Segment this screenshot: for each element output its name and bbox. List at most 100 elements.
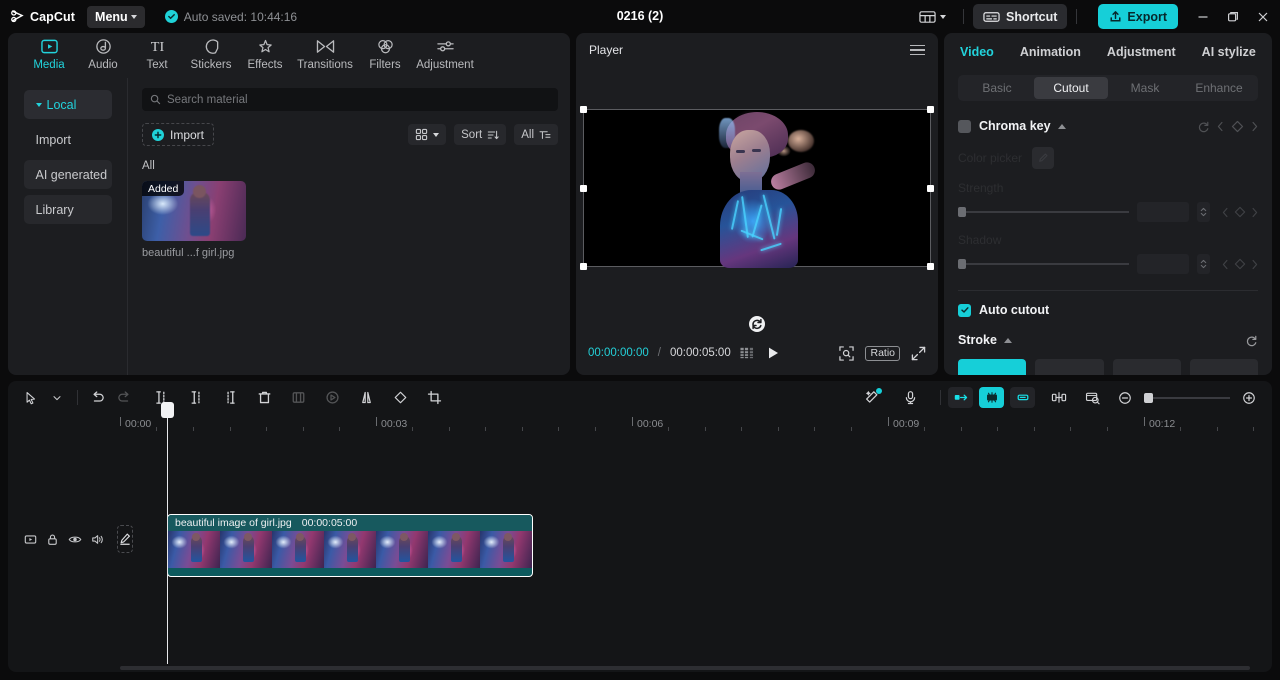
sort-button[interactable]: Sort xyxy=(454,124,507,145)
resize-handle-right[interactable] xyxy=(927,184,934,192)
snap-center-icon[interactable] xyxy=(979,387,1004,408)
lock-icon[interactable] xyxy=(46,533,59,546)
stroke-option[interactable] xyxy=(1112,359,1181,375)
snap-end-icon[interactable] xyxy=(1010,387,1035,408)
export-button[interactable]: Export xyxy=(1098,4,1178,29)
chevron-up-icon[interactable] xyxy=(1003,337,1012,343)
resize-handle-top-left[interactable] xyxy=(580,106,587,113)
material-item[interactable]: Added beautiful ...f girl.jpg xyxy=(142,181,246,259)
keyframe-icon[interactable] xyxy=(1234,206,1246,218)
minimize-button[interactable] xyxy=(1188,1,1218,33)
crop-icon[interactable] xyxy=(421,385,447,411)
maximize-button[interactable] xyxy=(1218,1,1248,33)
current-time[interactable]: 00:00:00:00 xyxy=(588,347,649,359)
tab-adjustment[interactable]: Adjustment xyxy=(1107,45,1176,59)
zoom-slider-knob[interactable] xyxy=(1144,392,1153,403)
microphone-icon[interactable] xyxy=(897,385,923,411)
resize-handle-bottom-left[interactable] xyxy=(580,263,587,270)
timeline-ruler[interactable]: 00:00 00:03 00:06 00:09 00:12 00: xyxy=(120,414,1272,436)
tab-filters[interactable]: Filters xyxy=(358,33,412,71)
cursor-dropdown-icon[interactable] xyxy=(44,385,70,411)
slider-knob[interactable] xyxy=(958,207,966,217)
undo-icon[interactable] xyxy=(85,385,111,411)
keyframe-next-icon[interactable] xyxy=(1251,121,1258,132)
menu-button[interactable]: Menu xyxy=(87,5,145,28)
resize-handle-left[interactable] xyxy=(580,184,587,192)
mirror-icon[interactable] xyxy=(353,385,379,411)
zoom-out-icon[interactable] xyxy=(1112,385,1138,411)
split-markers-icon[interactable] xyxy=(1046,385,1072,411)
shadow-stepper[interactable] xyxy=(1197,254,1210,274)
stroke-option[interactable] xyxy=(1035,359,1104,375)
filter-button[interactable]: All xyxy=(514,124,558,145)
tab-effects[interactable]: Effects xyxy=(238,33,292,71)
frame-icon[interactable] xyxy=(285,385,311,411)
strength-stepper[interactable] xyxy=(1197,202,1210,222)
playhead-grip[interactable] xyxy=(161,402,174,418)
shadow-value-input[interactable] xyxy=(1137,254,1189,274)
pencil-edit-icon[interactable] xyxy=(117,525,133,553)
snap-start-icon[interactable] xyxy=(948,387,973,408)
resize-handle-bottom-right[interactable] xyxy=(927,263,934,270)
reset-icon[interactable] xyxy=(1197,120,1210,133)
select-cursor-icon[interactable] xyxy=(18,385,44,411)
timeline-clip[interactable]: beautiful image of girl.jpg 00:00:05:00 xyxy=(167,514,533,577)
refresh-icon[interactable] xyxy=(748,315,766,333)
magic-wand-icon[interactable] xyxy=(859,385,885,411)
preview-render-icon[interactable] xyxy=(1080,385,1106,411)
segment-basic[interactable]: Basic xyxy=(960,77,1034,99)
segment-mask[interactable]: Mask xyxy=(1108,77,1182,99)
tab-adjustment[interactable]: Adjustment xyxy=(412,33,478,71)
layers-icon[interactable] xyxy=(740,347,757,359)
delete-icon[interactable] xyxy=(251,385,277,411)
strength-slider[interactable] xyxy=(958,207,1129,217)
keyframe-icon[interactable] xyxy=(1234,258,1246,270)
sidebar-item-import[interactable]: Import xyxy=(24,125,112,154)
video-track-icon[interactable] xyxy=(24,533,37,546)
zoom-preview-icon[interactable] xyxy=(839,345,855,361)
tab-audio[interactable]: Audio xyxy=(76,33,130,71)
sidebar-item-local[interactable]: Local xyxy=(23,90,112,119)
keyframe-next-icon[interactable] xyxy=(1251,207,1258,218)
zoom-in-icon[interactable] xyxy=(1236,385,1262,411)
segment-enhance[interactable]: Enhance xyxy=(1182,77,1256,99)
auto-cutout-checkbox[interactable] xyxy=(958,303,971,317)
trim-right-icon[interactable] xyxy=(217,385,243,411)
timeline-zoom-slider[interactable] xyxy=(1144,392,1230,403)
material-thumbnail[interactable]: Added xyxy=(142,181,246,241)
search-input[interactable]: Search material xyxy=(142,88,558,111)
eye-icon[interactable] xyxy=(68,533,82,546)
keyframe-icon[interactable] xyxy=(1231,120,1244,133)
tab-ai-stylize[interactable]: AI stylize xyxy=(1202,45,1256,59)
auto-cutout-row[interactable]: Auto cutout xyxy=(944,303,1272,317)
timeline-horizontal-scrollbar[interactable] xyxy=(120,666,1250,670)
stroke-reset-icon[interactable] xyxy=(1245,334,1258,347)
tab-stickers[interactable]: Stickers xyxy=(184,33,238,71)
play-button[interactable] xyxy=(766,346,780,360)
trim-left-icon[interactable] xyxy=(183,385,209,411)
strength-value-input[interactable] xyxy=(1137,202,1189,222)
layout-button[interactable] xyxy=(911,5,954,29)
grid-view-button[interactable] xyxy=(408,124,447,145)
slider-knob[interactable] xyxy=(958,259,966,269)
keyframe-prev-icon[interactable] xyxy=(1217,121,1224,132)
stroke-option[interactable] xyxy=(958,359,1027,375)
tab-video[interactable]: Video xyxy=(960,45,994,59)
shortcut-button[interactable]: Shortcut xyxy=(973,4,1068,29)
shadow-slider[interactable] xyxy=(958,259,1129,269)
chroma-key-checkbox[interactable] xyxy=(958,119,971,133)
chevron-up-icon[interactable] xyxy=(1057,123,1066,129)
resize-handle-top-right[interactable] xyxy=(927,106,934,113)
ratio-button[interactable]: Ratio xyxy=(865,345,900,361)
keyframe-prev-icon[interactable] xyxy=(1222,259,1229,270)
redo-icon[interactable] xyxy=(111,385,137,411)
keyframe-next-icon[interactable] xyxy=(1251,259,1258,270)
sidebar-item-library[interactable]: Library xyxy=(23,195,112,224)
fullscreen-icon[interactable] xyxy=(911,346,926,361)
preview-canvas-frame[interactable] xyxy=(580,106,934,270)
hamburger-icon[interactable] xyxy=(910,44,925,56)
stroke-option[interactable] xyxy=(1189,359,1258,375)
speaker-icon[interactable] xyxy=(91,533,105,546)
color-picker-button[interactable] xyxy=(1032,147,1055,169)
import-button[interactable]: Import xyxy=(142,123,215,146)
